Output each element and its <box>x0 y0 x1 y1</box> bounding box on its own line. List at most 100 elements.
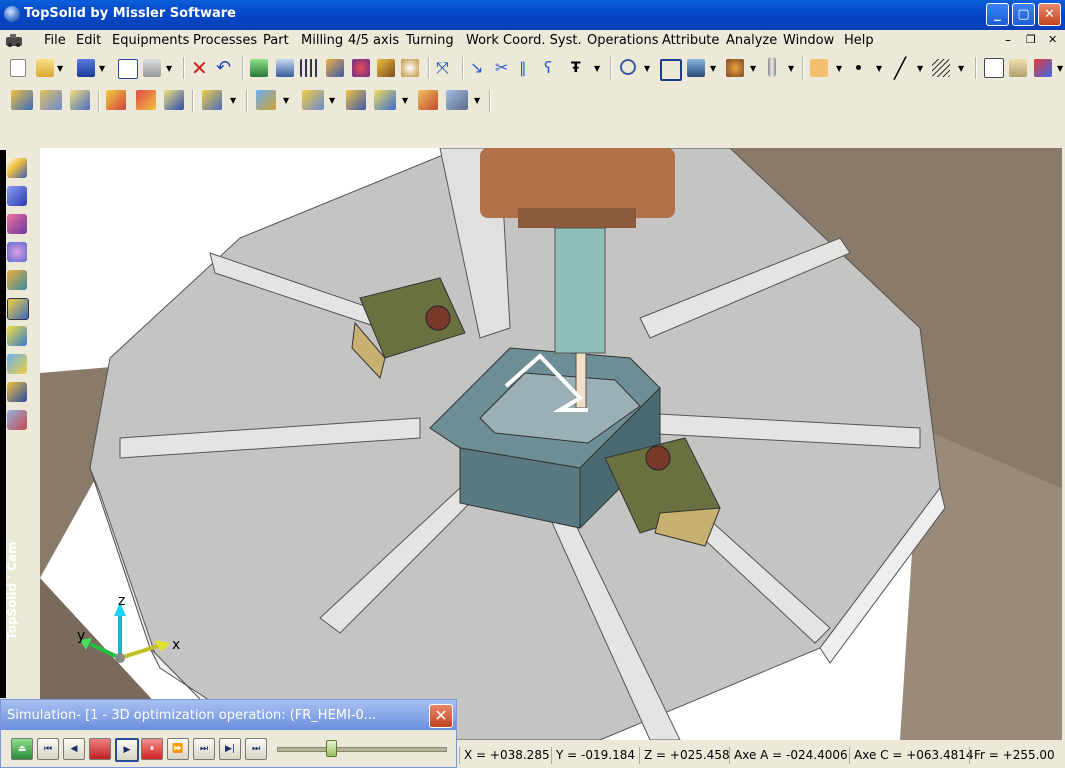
close-button[interactable]: ✕ <box>1038 3 1061 26</box>
print-dropdown-icon[interactable]: ▼ <box>166 64 172 73</box>
cam-robot-icon[interactable] <box>446 90 468 110</box>
eject-button[interactable]: ⏏ <box>11 738 33 760</box>
stop-button[interactable] <box>89 738 111 760</box>
operation-dropdown-icon[interactable]: ▼ <box>230 96 236 105</box>
pin-icon[interactable] <box>352 59 370 77</box>
axis-icon[interactable]: ⤧ <box>436 59 454 77</box>
prev-button[interactable]: ◀ <box>63 738 85 760</box>
line-dropdown-icon[interactable]: ▼ <box>917 64 923 73</box>
menu-file[interactable]: File <box>44 33 66 48</box>
menu-edit[interactable]: Edit <box>76 33 101 48</box>
layer-dropdown-icon[interactable]: ▼ <box>788 64 794 73</box>
delete-icon[interactable]: ✕ <box>191 58 209 78</box>
simulation-progress-thumb[interactable] <box>325 740 337 757</box>
zoom-icon[interactable] <box>276 59 294 77</box>
document-icon[interactable] <box>5 33 23 47</box>
surface-icon[interactable] <box>7 214 27 234</box>
maximize-button[interactable]: ▢ <box>1012 3 1035 26</box>
point-style-icon[interactable] <box>856 65 861 70</box>
text-dropdown-icon[interactable]: ▼ <box>594 64 600 73</box>
parallel-icon[interactable]: ∥ <box>519 59 537 77</box>
save-icon[interactable] <box>77 59 95 77</box>
solid-icon[interactable] <box>7 186 27 206</box>
regenerate-icon[interactable] <box>250 59 268 77</box>
pause-button[interactable]: ⏸ <box>141 738 163 760</box>
hatch-dropdown-icon[interactable]: ▼ <box>958 64 964 73</box>
cam-machine-icon[interactable] <box>164 90 184 110</box>
palette-dropdown-icon[interactable]: ▼ <box>1057 64 1063 73</box>
next-button[interactable]: ▶| <box>219 738 241 760</box>
text-icon[interactable]: Ŧ <box>571 59 589 77</box>
last-button[interactable]: ⏭ <box>245 738 267 760</box>
cam-part-icon[interactable] <box>136 90 156 110</box>
simulation-progress-track[interactable] <box>277 747 447 752</box>
magnify-icon[interactable] <box>620 59 636 75</box>
cam-contour-icon[interactable] <box>302 90 324 110</box>
minimize-button[interactable]: _ <box>986 3 1009 26</box>
cam-sim-icon[interactable] <box>374 90 396 110</box>
zoom-fit-icon[interactable] <box>660 59 682 81</box>
menu-milling[interactable]: Milling <box>301 33 343 48</box>
new-icon[interactable] <box>10 59 26 77</box>
flow-icon[interactable] <box>7 326 27 346</box>
hammer-icon[interactable] <box>326 59 344 77</box>
menu-attribute[interactable]: Attribute <box>662 33 719 48</box>
menu-equipments[interactable]: Equipments <box>112 33 189 48</box>
pocket-dropdown-icon[interactable]: ▼ <box>283 96 289 105</box>
play-button[interactable]: ▶ <box>115 738 139 762</box>
tools-icon[interactable] <box>7 382 27 402</box>
post-icon[interactable] <box>7 410 27 430</box>
first-button[interactable]: ⏮ <box>37 738 59 760</box>
cam-pocket-icon[interactable] <box>256 90 276 110</box>
machine-icon[interactable] <box>7 270 27 290</box>
line-style-icon[interactable]: ╱ <box>894 58 912 78</box>
render-icon[interactable] <box>726 59 744 77</box>
brush-icon[interactable] <box>377 59 395 77</box>
cam-icon[interactable] <box>7 298 29 320</box>
magnify-dropdown-icon[interactable]: ▼ <box>644 64 650 73</box>
palette-icon[interactable] <box>1034 59 1052 77</box>
simulation-close-button[interactable]: ✕ <box>429 704 453 728</box>
robot-dropdown-icon[interactable]: ▼ <box>474 96 480 105</box>
menu-turning[interactable]: Turning <box>406 33 454 48</box>
assembly-icon[interactable] <box>7 242 27 262</box>
cam-setup-icon[interactable] <box>11 90 33 110</box>
sim-dropdown-icon[interactable]: ▼ <box>402 96 408 105</box>
curve-icon[interactable]: ↘ <box>470 59 488 77</box>
menu-processes[interactable]: Processes <box>193 33 257 48</box>
cam-tools-icon[interactable] <box>40 90 62 110</box>
select-icon[interactable] <box>984 58 1004 78</box>
hook-icon[interactable]: ʕ <box>544 59 562 77</box>
menu-analyze[interactable]: Analyze <box>726 33 777 48</box>
menu-operations[interactable]: Operations <box>587 33 658 48</box>
layer-icon[interactable] <box>768 57 776 77</box>
open-icon[interactable] <box>36 59 54 77</box>
view-dropdown-icon[interactable]: ▼ <box>710 64 716 73</box>
point-dropdown-icon[interactable]: ▼ <box>876 64 882 73</box>
sliders-icon[interactable] <box>300 59 318 77</box>
color-dropdown-icon[interactable]: ▼ <box>836 64 842 73</box>
menu-window[interactable]: Window <box>783 33 834 48</box>
open-dropdown-icon[interactable]: ▼ <box>57 64 63 73</box>
menu-work-coord-syst[interactable]: Work Coord. Syst. <box>466 33 582 48</box>
cam-stock-icon[interactable] <box>106 90 126 110</box>
contour-dropdown-icon[interactable]: ▼ <box>329 96 335 105</box>
mdi-minimize-button[interactable]: – <box>1005 33 1011 47</box>
hatch-icon[interactable] <box>932 59 950 77</box>
cam-post-icon[interactable] <box>418 90 438 110</box>
color-swatch-icon[interactable] <box>810 59 828 77</box>
cam-operation-icon[interactable] <box>202 90 222 110</box>
cut-icon[interactable]: ✂ <box>495 59 513 77</box>
step-forward-button[interactable]: ⏭ <box>193 738 215 760</box>
properties-icon[interactable] <box>118 59 138 79</box>
print-icon[interactable] <box>143 59 161 77</box>
menu-help[interactable]: Help <box>844 33 874 48</box>
menu-4-5-axis[interactable]: 4/5 axis <box>348 33 399 48</box>
undo-icon[interactable]: ↶ <box>216 59 234 77</box>
view-icon[interactable] <box>687 59 705 77</box>
cam-drill-icon[interactable] <box>346 90 366 110</box>
hat-icon[interactable] <box>401 59 419 77</box>
mdi-restore-button[interactable]: ❐ <box>1026 33 1036 46</box>
mdi-close-button[interactable]: ✕ <box>1048 33 1057 46</box>
ops-icon[interactable] <box>7 354 27 374</box>
